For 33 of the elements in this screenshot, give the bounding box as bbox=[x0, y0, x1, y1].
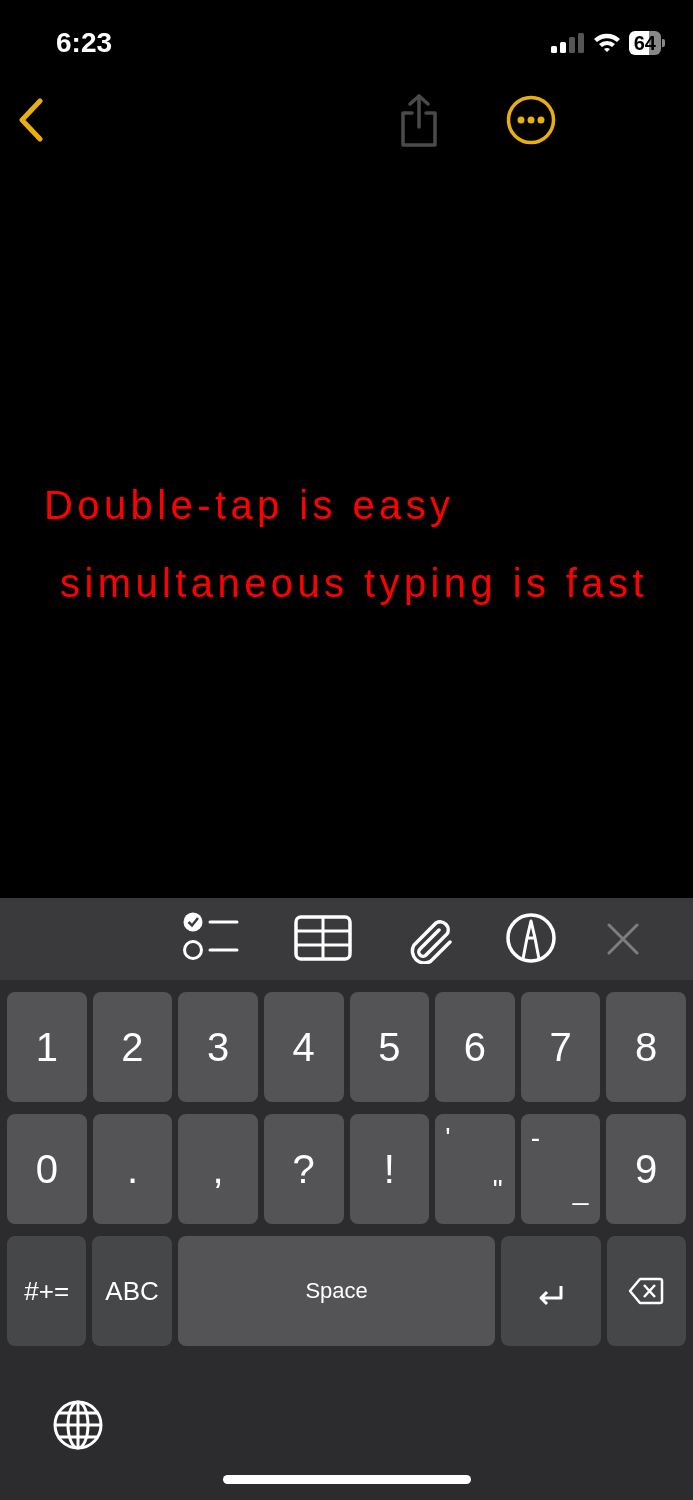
back-icon[interactable] bbox=[18, 98, 44, 142]
keyboard-key[interactable]: 1 bbox=[7, 992, 87, 1102]
delete-icon bbox=[628, 1277, 665, 1305]
signal-icon bbox=[550, 32, 585, 53]
mode-key[interactable]: ABC bbox=[92, 1236, 172, 1346]
keyboard-key[interactable]: . bbox=[92, 1114, 173, 1224]
mode-key[interactable]: #+= bbox=[7, 1236, 87, 1346]
keyboard-key[interactable]: 4 bbox=[263, 992, 344, 1102]
note-text: simultaneous typing is fast bbox=[60, 560, 649, 607]
keyboard-key[interactable]: 9 bbox=[606, 1114, 686, 1224]
keyboard-key[interactable]: 0 bbox=[7, 1114, 87, 1224]
keyboard-key[interactable]: 6 bbox=[435, 992, 515, 1102]
note-text: Double-tap is easy bbox=[44, 482, 456, 529]
keyboard-key[interactable]: , bbox=[178, 1114, 258, 1224]
status-time: 6:23 bbox=[56, 26, 113, 59]
keyboard-key[interactable]: 2 bbox=[92, 992, 173, 1102]
keyboard-key[interactable]: ! bbox=[349, 1114, 430, 1224]
space-key[interactable]: Space bbox=[177, 1236, 496, 1346]
keyboard-key[interactable]: 8 bbox=[606, 992, 686, 1102]
globe-icon[interactable] bbox=[53, 1400, 103, 1450]
more-icon[interactable] bbox=[506, 95, 556, 145]
keyboard-key[interactable]: 7 bbox=[520, 992, 601, 1102]
keyboard-key[interactable]: 3 bbox=[178, 992, 258, 1102]
keyboard-key[interactable]: ? bbox=[263, 1114, 344, 1224]
close-icon[interactable] bbox=[607, 923, 639, 955]
markup-pen-icon[interactable] bbox=[506, 913, 556, 963]
table-icon[interactable] bbox=[294, 915, 352, 961]
wifi-icon bbox=[592, 32, 621, 53]
checklist-icon[interactable] bbox=[183, 912, 239, 962]
delete-key[interactable] bbox=[606, 1236, 686, 1346]
keyboard-key[interactable]: 5 bbox=[349, 992, 430, 1102]
keyboard-key[interactable]: - _ bbox=[520, 1114, 601, 1224]
keyboard-key[interactable]: ' " bbox=[435, 1114, 515, 1224]
